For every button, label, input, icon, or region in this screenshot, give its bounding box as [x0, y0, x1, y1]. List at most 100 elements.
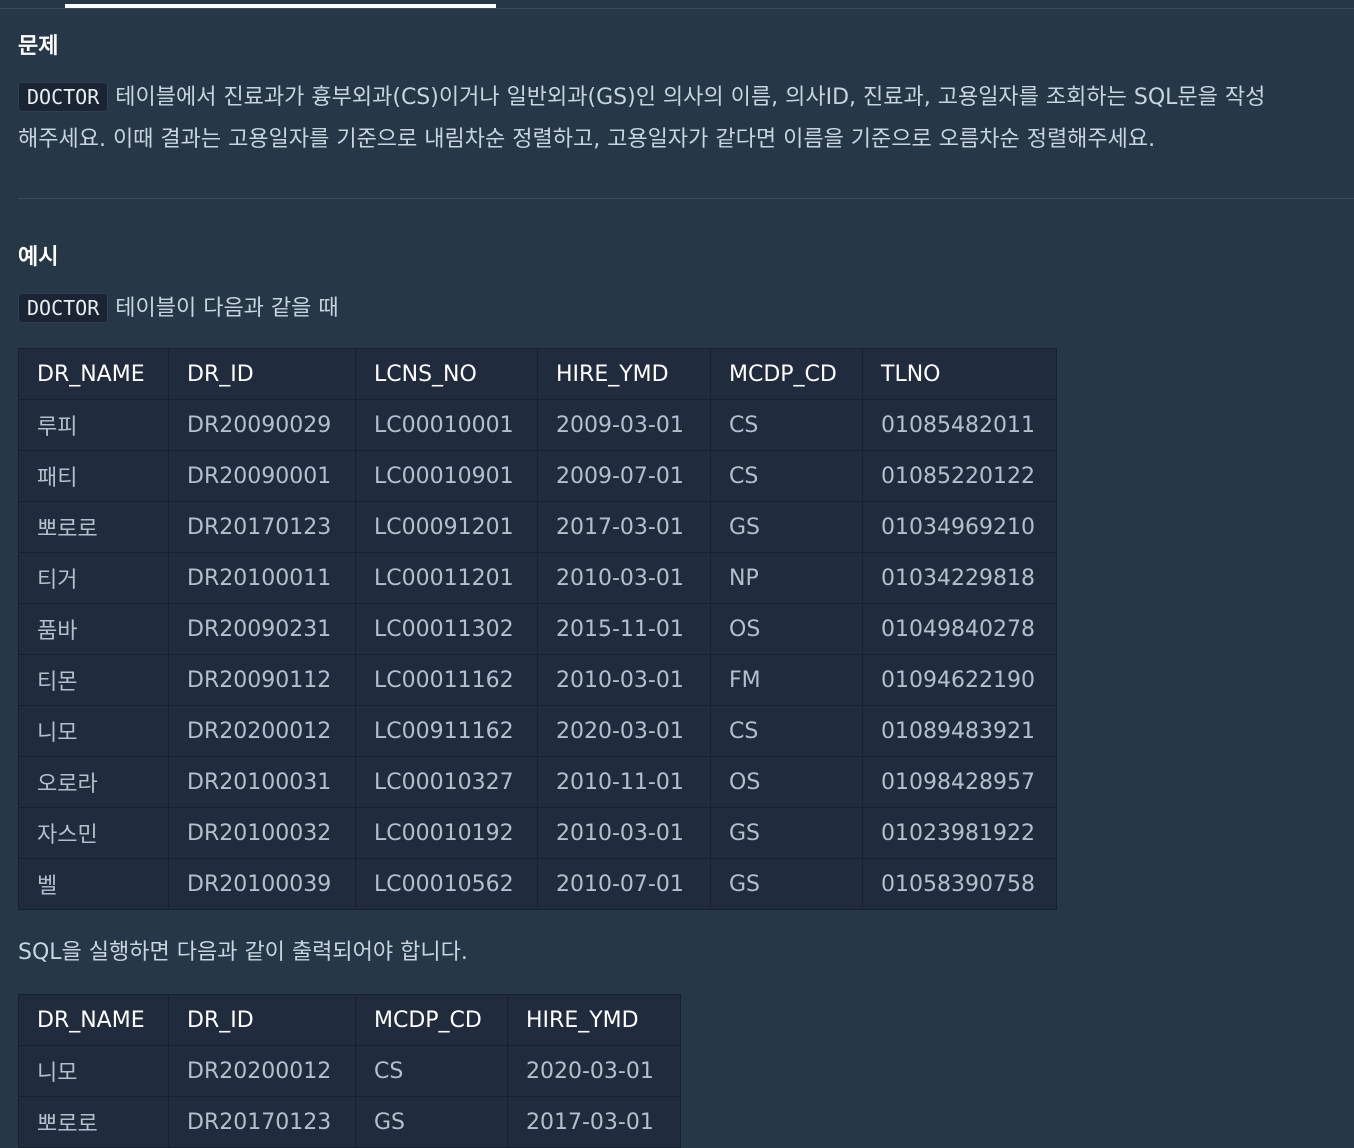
table-row: 자스민 DR20100032 LC00010192 2010-03-01 GS 01023…: [18, 807, 1057, 859]
table-cell: LC00011162: [355, 654, 538, 706]
table-cell: DR20100031: [168, 756, 356, 808]
table-cell: 뽀로로: [18, 501, 169, 553]
table-cell: 티거: [18, 552, 169, 604]
table-cell: 01034969210: [862, 501, 1057, 553]
table-cell: CS: [710, 399, 863, 451]
table-row: 오로라 DR20100031 LC00010327 2010-11-01 OS 01098…: [18, 756, 1057, 808]
example-intro: DOCTOR 테이블이 다음과 같을 때: [18, 287, 1354, 330]
column-header: DR_ID: [168, 348, 356, 400]
table-cell: 2017-03-01: [507, 1096, 681, 1148]
example-intro-text: 테이블이 다음과 같을 때: [115, 296, 339, 321]
table-cell: 품바: [18, 603, 169, 655]
table-cell: 01034229818: [862, 552, 1057, 604]
table-cell: DR20170123: [168, 1096, 356, 1148]
table-cell: 01058390758: [862, 858, 1057, 910]
table-cell: 01085220122: [862, 450, 1057, 502]
result-table: DR_NAME DR_ID MCDP_CD HIRE_YMD 니모 DR20200012…: [18, 994, 681, 1148]
table-cell: 2010-07-01: [537, 858, 711, 910]
column-header: LCNS_NO: [355, 348, 538, 400]
table-row: 뽀로로 DR20170123 GS 2017-03-01: [18, 1096, 681, 1148]
table-cell: LC00010901: [355, 450, 538, 502]
table-cell: 2015-11-01: [537, 603, 711, 655]
table-row: 품바 DR20090231 LC00011302 2015-11-01 OS 010498…: [18, 603, 1057, 655]
table-cell: LC00911162: [355, 705, 538, 757]
table-cell: GS: [710, 807, 863, 859]
table-cell: DR20100011: [168, 552, 356, 604]
column-header: HIRE_YMD: [537, 348, 711, 400]
table-name-code: DOCTOR: [18, 293, 109, 323]
table-cell: OS: [710, 756, 863, 808]
table-cell: 2020-03-01: [537, 705, 711, 757]
column-header: MCDP_CD: [355, 994, 508, 1046]
table-cell: 2010-03-01: [537, 552, 711, 604]
table-cell: DR20200012: [168, 705, 356, 757]
table-cell: 2010-11-01: [537, 756, 711, 808]
table-header-row: DR_NAME DR_ID LCNS_NO HIRE_YMD MCDP_CD TLNO: [18, 348, 1057, 400]
table-cell: 01023981922: [862, 807, 1057, 859]
table-cell: GS: [710, 501, 863, 553]
table-cell: 자스민: [18, 807, 169, 859]
table-cell: 패티: [18, 450, 169, 502]
table-cell: CS: [710, 450, 863, 502]
table-cell: FM: [710, 654, 863, 706]
table-row: 니모 DR20200012 CS 2020-03-01: [18, 1045, 681, 1097]
table-cell: NP: [710, 552, 863, 604]
table-row: 티몬 DR20090112 LC00011162 2010-03-01 FM 010946…: [18, 654, 1057, 706]
table-cell: 2009-07-01: [537, 450, 711, 502]
table-cell: DR20200012: [168, 1045, 356, 1097]
table-cell: 01098428957: [862, 756, 1057, 808]
result-intro: SQL을 실행하면 다음과 같이 출력되어야 합니다.: [18, 940, 468, 965]
table-cell: DR20170123: [168, 501, 356, 553]
table-cell: 01094622190: [862, 654, 1057, 706]
table-cell: OS: [710, 603, 863, 655]
section-divider: [18, 198, 1354, 199]
table-cell: 01085482011: [862, 399, 1057, 451]
column-header: DR_ID: [168, 994, 356, 1046]
column-header: DR_NAME: [18, 348, 169, 400]
table-cell: DR20090112: [168, 654, 356, 706]
table-cell: DR20090029: [168, 399, 356, 451]
table-cell: LC00011201: [355, 552, 538, 604]
table-cell: 2009-03-01: [537, 399, 711, 451]
column-header: TLNO: [862, 348, 1057, 400]
table-cell: 2020-03-01: [507, 1045, 681, 1097]
table-cell: 뽀로로: [18, 1096, 169, 1148]
table-cell: CS: [355, 1045, 508, 1097]
table-row: 니모 DR20200012 LC00911162 2020-03-01 CS 010894…: [18, 705, 1057, 757]
table-cell: DR20090231: [168, 603, 356, 655]
table-cell: 01049840278: [862, 603, 1057, 655]
problem-description: DOCTOR 테이블에서 진료과가 흉부외과(CS)이거나 일반외과(GS)인 …: [18, 76, 1354, 161]
table-cell: 2010-03-01: [537, 807, 711, 859]
table-cell: 루피: [18, 399, 169, 451]
table-cell: LC00010001: [355, 399, 538, 451]
table-header-row: DR_NAME DR_ID MCDP_CD HIRE_YMD: [18, 994, 681, 1046]
table-cell: DR20090001: [168, 450, 356, 502]
problem-line-1: DOCTOR 테이블에서 진료과가 흉부외과(CS)이거나 일반외과(GS)인 …: [18, 76, 1354, 119]
table-cell: CS: [710, 705, 863, 757]
problem-heading: 문제: [18, 34, 59, 59]
table-cell: 니모: [18, 705, 169, 757]
example-heading: 예시: [18, 245, 59, 270]
table-cell: DR20100039: [168, 858, 356, 910]
doctor-table: DR_NAME DR_ID LCNS_NO HIRE_YMD MCDP_CD TLNO 루…: [18, 348, 1057, 910]
column-header: HIRE_YMD: [507, 994, 681, 1046]
table-cell: LC00010562: [355, 858, 538, 910]
table-name-code: DOCTOR: [18, 82, 109, 112]
table-cell: LC00011302: [355, 603, 538, 655]
active-tab-indicator: [65, 4, 496, 8]
problem-line-1-text: 테이블에서 진료과가 흉부외과(CS)이거나 일반외과(GS)인 의사의 이름,…: [115, 85, 1266, 110]
table-cell: LC00091201: [355, 501, 538, 553]
table-cell: 오로라: [18, 756, 169, 808]
table-cell: 01089483921: [862, 705, 1057, 757]
table-row: 패티 DR20090001 LC00010901 2009-07-01 CS 010852…: [18, 450, 1057, 502]
table-cell: LC00010192: [355, 807, 538, 859]
table-cell: 2017-03-01: [537, 501, 711, 553]
table-row: 루피 DR20090029 LC00010001 2009-03-01 CS 010854…: [18, 399, 1057, 451]
table-cell: GS: [710, 858, 863, 910]
table-cell: LC00010327: [355, 756, 538, 808]
table-cell: 벨: [18, 858, 169, 910]
problem-line-2: 해주세요. 이때 결과는 고용일자를 기준으로 내림차순 정렬하고, 고용일자가…: [18, 127, 1156, 152]
table-cell: 2010-03-01: [537, 654, 711, 706]
table-cell: 니모: [18, 1045, 169, 1097]
table-cell: 티몬: [18, 654, 169, 706]
